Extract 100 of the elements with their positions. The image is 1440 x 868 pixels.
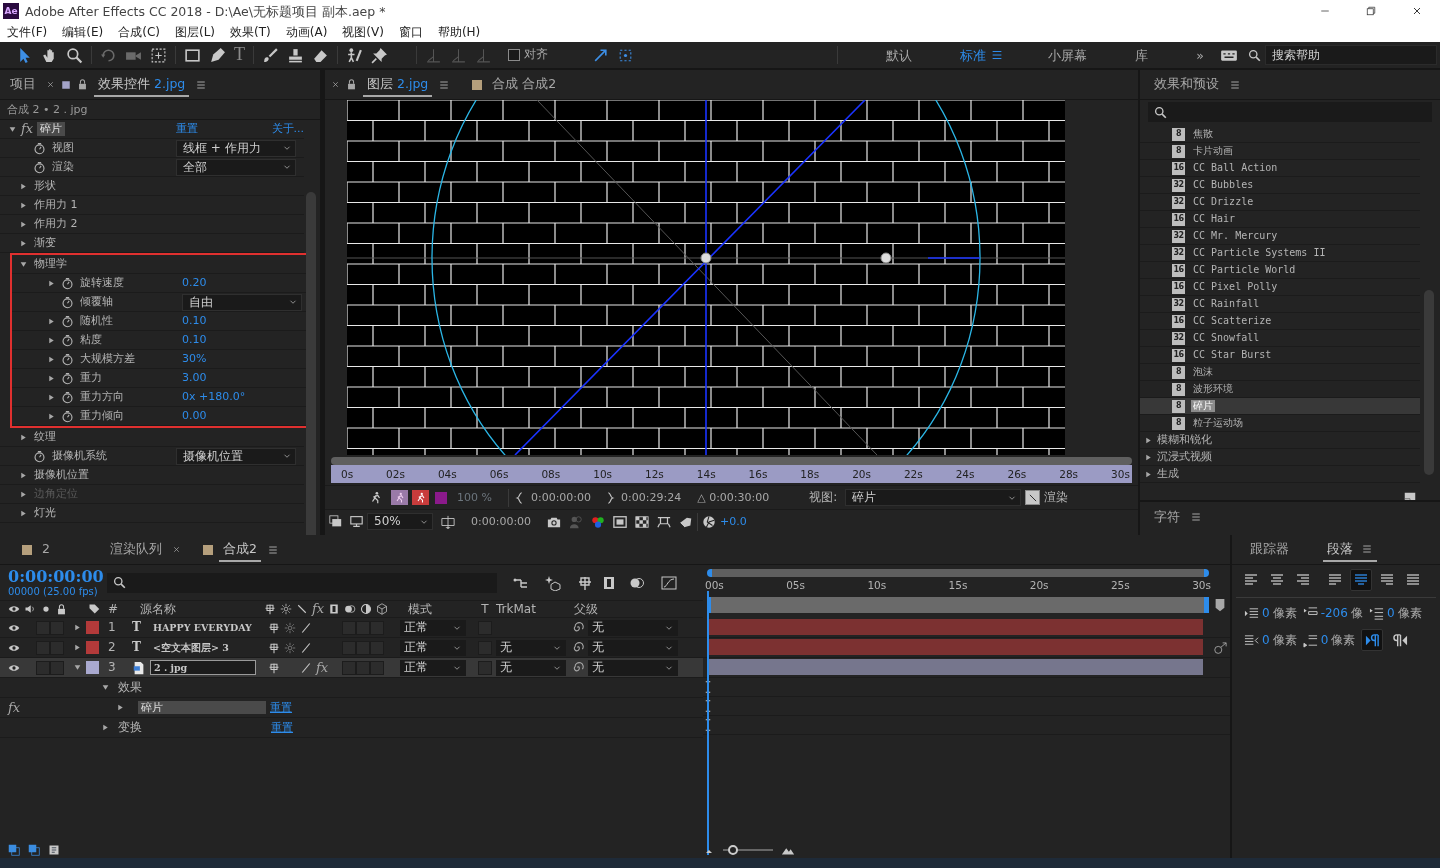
solo-icon[interactable] [40, 603, 52, 615]
panel-tab[interactable]: 效果控件 2.jpg [94, 72, 190, 97]
effect-item[interactable]: 32 CC Rainfall [1140, 296, 1420, 313]
property-value[interactable]: 0.00 [182, 409, 207, 423]
expand-arrow-icon[interactable] [46, 335, 56, 345]
workspace-tab[interactable]: 小屏幕 [1044, 47, 1092, 63]
mode-dropdown[interactable]: 正常 [400, 619, 466, 636]
stopwatch-icon[interactable] [60, 333, 74, 347]
parent-dropdown[interactable]: 无 [588, 619, 678, 636]
parent-dropdown[interactable]: 无 [588, 639, 678, 656]
value-field[interactable]: 0 [1262, 632, 1270, 648]
quality-switch-icon[interactable] [300, 661, 312, 674]
menu-item[interactable]: 效果(T) [230, 24, 271, 40]
expand-arrow-icon[interactable] [101, 723, 110, 732]
direction-button[interactable] [1361, 629, 1384, 651]
effect-item[interactable]: 8 卡片动画 [1140, 143, 1420, 160]
effect-category[interactable]: 模糊和锐化 [1140, 432, 1420, 449]
time-ruler[interactable]: 0s 02s 04s 06s 08s 10s 12s 14s 16s 18s 20s 22s 24s 26s 28s 30s [331, 465, 1132, 483]
effect-item[interactable]: 16 CC Pixel Polly [1140, 279, 1420, 296]
expand-arrow-icon[interactable] [18, 508, 28, 518]
lock-icon[interactable] [346, 79, 357, 90]
switch-box[interactable] [342, 660, 356, 675]
comp-marker-icon[interactable] [1213, 598, 1227, 612]
expand-arrow-icon[interactable] [46, 373, 56, 383]
menu-item[interactable]: 视图(V) [342, 24, 384, 40]
track-matte-dropdown[interactable]: 无 [496, 639, 566, 656]
collapse-switch-icon[interactable] [284, 621, 296, 634]
effect-item[interactable]: 16 CC Hair [1140, 211, 1420, 228]
property-value[interactable]: 0.20 [182, 276, 207, 290]
property-value[interactable]: 0.10 [182, 333, 207, 347]
switch-box[interactable] [50, 660, 64, 675]
panel-tab[interactable]: 渲染队列 [105, 537, 166, 562]
expand-arrow-icon[interactable] [18, 238, 28, 248]
panel-menu-icon[interactable] [195, 78, 208, 91]
expand-arrow-icon[interactable] [72, 643, 82, 652]
property-value[interactable]: 3.00 [182, 371, 207, 385]
view-dropdown[interactable]: 碎片 [845, 489, 1022, 506]
transparency-grid-icon[interactable] [635, 514, 650, 529]
adjustment-layer-icon[interactable] [360, 603, 373, 615]
expand-arrow-icon[interactable] [115, 703, 125, 712]
effect-item[interactable]: 8 焦散 [1140, 126, 1420, 143]
label-color-swatch[interactable] [85, 641, 99, 654]
expand-arrow-icon[interactable] [18, 200, 28, 210]
expand-arrow-icon[interactable] [1144, 452, 1153, 462]
effect-item[interactable]: 16 CC Particle World [1140, 262, 1420, 279]
stopwatch-icon[interactable] [60, 295, 74, 309]
stopwatch-icon[interactable] [60, 276, 74, 290]
lock-icon[interactable] [56, 603, 67, 615]
panel-menu-icon[interactable] [1190, 511, 1202, 523]
effect-item[interactable]: 16 CC Scatterize [1140, 313, 1420, 330]
help-search-field[interactable]: 搜索帮助 [1265, 45, 1437, 65]
graph-editor-icon[interactable] [661, 574, 677, 591]
close-icon[interactable] [331, 80, 340, 89]
parent-dropdown[interactable]: 无 [588, 659, 678, 676]
expand-arrow-icon[interactable] [18, 470, 28, 480]
region-of-interest-icon[interactable] [441, 514, 455, 529]
panel-menu-icon[interactable] [266, 543, 279, 556]
property-value[interactable]: 30% [182, 352, 207, 366]
search-field[interactable] [1148, 102, 1432, 122]
layer-row[interactable]: 1 T HAPPY EVERYDAY 正常 无 [0, 618, 703, 638]
menu-item[interactable]: 文件(F) [7, 24, 48, 40]
more-button[interactable]: » [1192, 47, 1208, 63]
color-channels-icon[interactable] [591, 514, 606, 529]
effect-category[interactable]: 沉浸式视频 [1140, 449, 1420, 466]
stopwatch-icon[interactable] [32, 160, 46, 174]
expand-arrow-icon[interactable] [46, 392, 56, 402]
stopwatch-icon[interactable] [32, 449, 46, 463]
panel-tab[interactable]: 2 [38, 537, 54, 562]
current-time[interactable]: 0:00:00:00 [8, 566, 107, 587]
property-dropdown[interactable]: 摄像机位置 [176, 447, 296, 465]
expand-arrow-icon[interactable] [1144, 469, 1153, 479]
close-icon[interactable] [46, 80, 55, 89]
expand-arrow-icon[interactable] [1144, 435, 1153, 445]
composition-icon[interactable] [8, 844, 20, 856]
panel-tab[interactable]: 段落 [1323, 537, 1377, 562]
3d-view-icon[interactable] [657, 514, 672, 529]
search-field[interactable] [107, 572, 497, 593]
always-preview-icon[interactable] [329, 515, 342, 528]
expand-arrow-icon[interactable] [18, 219, 28, 229]
audio-icon[interactable] [24, 603, 36, 615]
scrollbar[interactable] [1424, 290, 1434, 475]
property-dropdown[interactable]: 全部 [176, 158, 296, 176]
layer-name[interactable]: <空文本图层> 3 [150, 640, 232, 655]
effect-switch[interactable]: fx [316, 659, 329, 676]
shy-icon[interactable] [264, 603, 276, 615]
effect-item[interactable]: 8 碎片 [1140, 398, 1420, 415]
reset-link[interactable]: 重置 [176, 122, 198, 136]
stopwatch-icon[interactable] [60, 409, 74, 423]
running-figure-icon[interactable] [369, 490, 383, 505]
expand-arrow-icon[interactable] [46, 278, 56, 288]
monitor-icon[interactable] [350, 515, 363, 528]
stopwatch-icon[interactable] [60, 371, 74, 385]
zoom-slider-thumb[interactable] [727, 845, 738, 855]
3d-layer-icon[interactable] [376, 603, 389, 615]
layer-name[interactable]: 2 . jpg [150, 659, 256, 676]
align-button[interactable] [1350, 569, 1372, 591]
exposure-value[interactable]: +0.0 [720, 514, 747, 529]
label-color-swatch[interactable] [85, 661, 99, 674]
stopwatch-icon[interactable] [60, 314, 74, 328]
stopwatch-icon[interactable] [32, 141, 46, 155]
